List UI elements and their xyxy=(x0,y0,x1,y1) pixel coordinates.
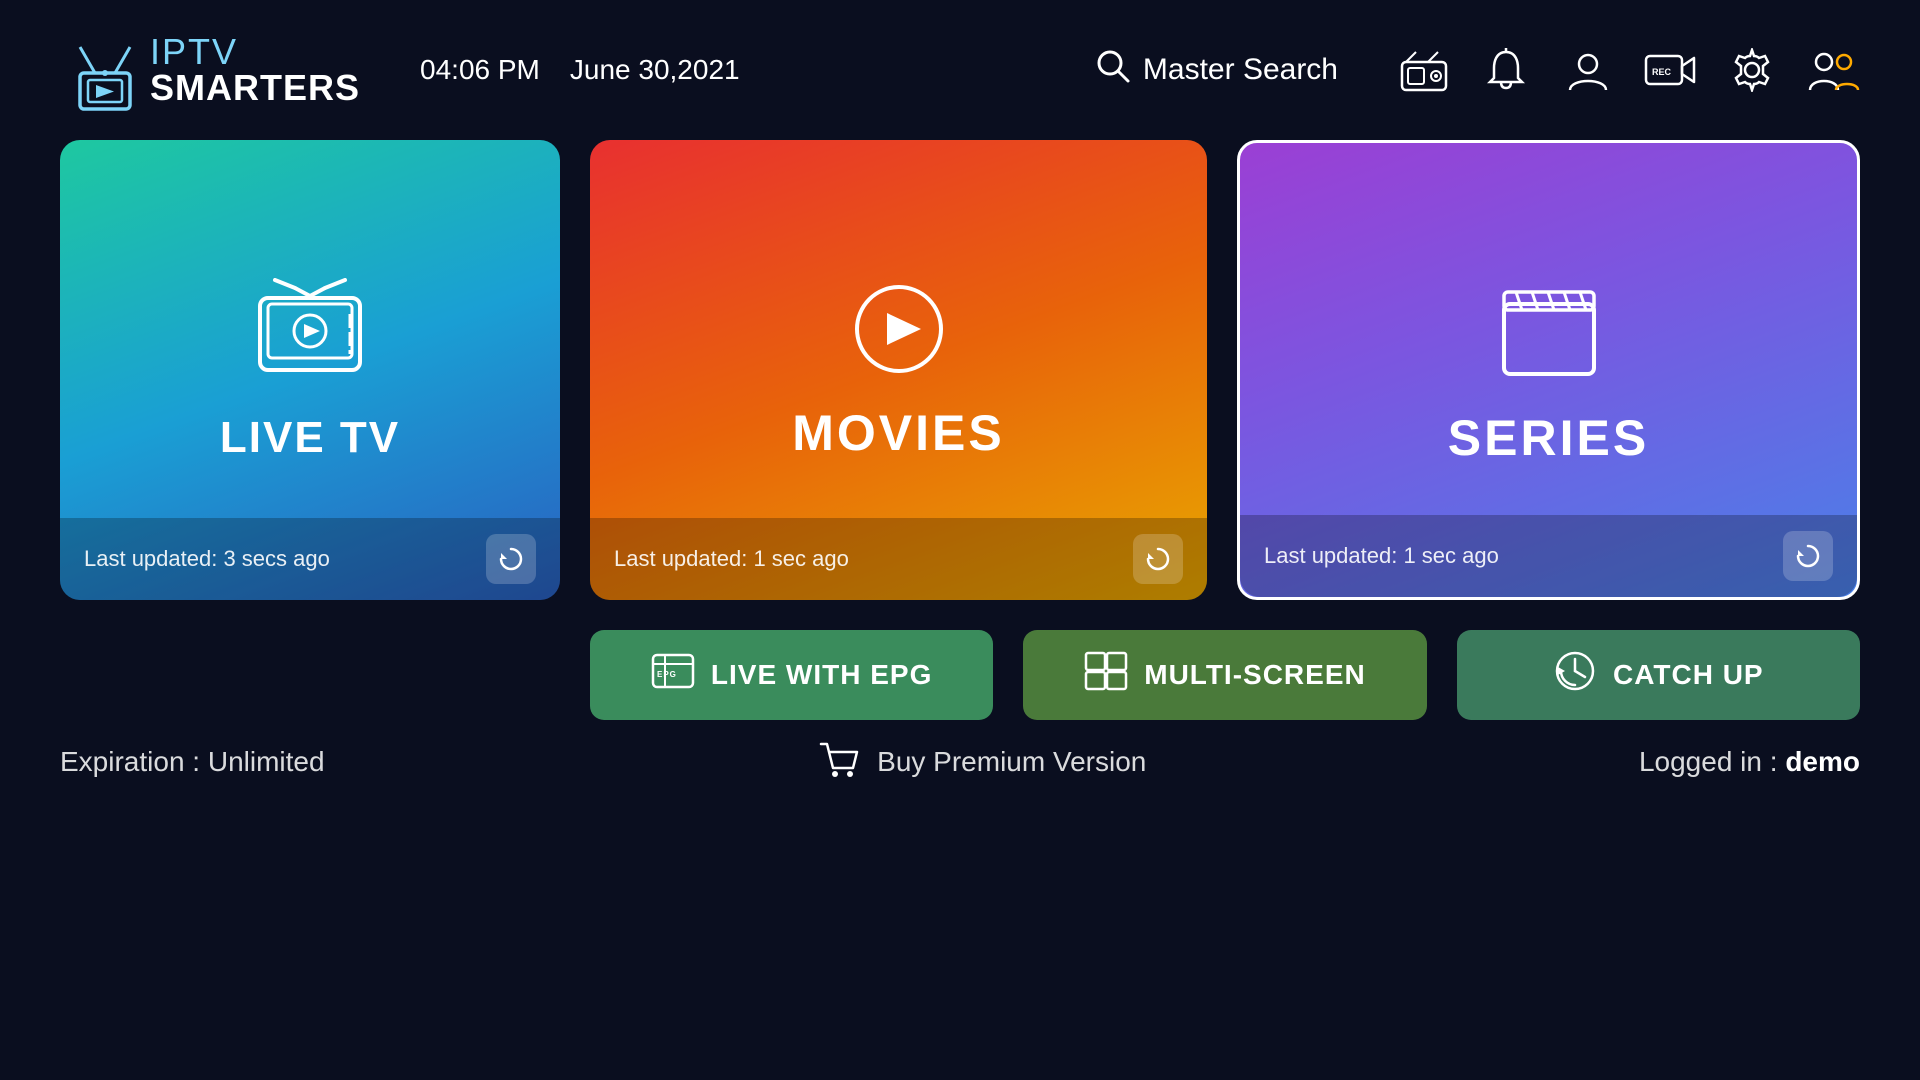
main-content: LIVE TV Last updated: 3 secs ago xyxy=(0,140,1920,720)
search-icon xyxy=(1095,48,1131,92)
series-card[interactable]: SERIES Last updated: 1 sec ago xyxy=(1237,140,1860,600)
multiuser-icon-btn[interactable] xyxy=(1808,44,1860,96)
logo-iptv-text: IPTV xyxy=(150,34,360,70)
catchup-label: CATCH UP xyxy=(1613,659,1764,691)
live-epg-btn[interactable]: EPG LIVE WITH EPG xyxy=(590,630,993,720)
settings-icon-btn[interactable] xyxy=(1726,44,1778,96)
multiscreen-label: MULTI-SCREEN xyxy=(1144,659,1365,691)
movies-footer: Last updated: 1 sec ago xyxy=(590,518,1207,600)
catchup-icon xyxy=(1553,649,1597,702)
svg-text:EPG: EPG xyxy=(657,670,677,679)
series-updated: Last updated: 1 sec ago xyxy=(1264,543,1499,569)
notification-icon-btn[interactable] xyxy=(1480,44,1532,96)
logo-area: IPTV SMARTERS xyxy=(60,25,360,115)
live-tv-refresh-btn[interactable] xyxy=(486,534,536,584)
header: IPTV SMARTERS 04:06 PM June 30,2021 Mast… xyxy=(0,0,1920,140)
epg-icon: EPG xyxy=(651,651,695,700)
radio-icon-btn[interactable] xyxy=(1398,44,1450,96)
movies-card[interactable]: MOVIES Last updated: 1 sec ago xyxy=(590,140,1207,600)
movies-icon xyxy=(849,279,949,384)
bottom-buttons-row: EPG LIVE WITH EPG MULTI-SCREEN xyxy=(590,630,1860,720)
series-refresh-btn[interactable] xyxy=(1783,531,1833,581)
svg-text:REC: REC xyxy=(1652,67,1672,77)
premium-btn[interactable]: Buy Premium Version xyxy=(817,740,1146,784)
series-footer: Last updated: 1 sec ago xyxy=(1240,515,1857,597)
series-title: SERIES xyxy=(1448,409,1649,467)
logo-text: IPTV SMARTERS xyxy=(150,34,360,106)
logo-icon xyxy=(60,25,150,115)
multiscreen-btn[interactable]: MULTI-SCREEN xyxy=(1023,630,1426,720)
user-icon-btn[interactable] xyxy=(1562,44,1614,96)
time-display: 04:06 PM xyxy=(420,54,540,86)
movies-updated: Last updated: 1 sec ago xyxy=(614,546,849,572)
logged-in-user: demo xyxy=(1785,746,1860,777)
premium-label: Buy Premium Version xyxy=(877,746,1146,778)
catchup-btn[interactable]: CATCH UP xyxy=(1457,630,1860,720)
datetime: 04:06 PM June 30,2021 xyxy=(420,54,740,86)
live-tv-card[interactable]: LIVE TV Last updated: 3 secs ago xyxy=(60,140,560,600)
footer: Expiration : Unlimited Buy Premium Versi… xyxy=(0,740,1920,784)
header-icons: REC xyxy=(1398,44,1860,96)
search-label: Master Search xyxy=(1143,53,1338,87)
date-display: June 30,2021 xyxy=(570,54,740,86)
movies-refresh-btn[interactable] xyxy=(1133,534,1183,584)
record-icon-btn[interactable]: REC xyxy=(1644,44,1696,96)
cards-row: LIVE TV Last updated: 3 secs ago xyxy=(60,140,1860,600)
logo-smarters-text: SMARTERS xyxy=(150,70,360,106)
movies-title: MOVIES xyxy=(792,404,1004,462)
series-icon xyxy=(1494,274,1604,389)
live-tv-icon xyxy=(250,278,370,393)
multiscreen-icon xyxy=(1084,651,1128,700)
live-tv-footer: Last updated: 3 secs ago xyxy=(60,518,560,600)
search-bar[interactable]: Master Search xyxy=(1095,48,1338,92)
live-epg-label: LIVE WITH EPG xyxy=(711,659,932,691)
expiry-text: Expiration : Unlimited xyxy=(60,746,325,778)
logged-in-text: Logged in : demo xyxy=(1639,746,1860,778)
live-tv-title: LIVE TV xyxy=(220,413,400,463)
live-tv-updated: Last updated: 3 secs ago xyxy=(84,546,330,572)
